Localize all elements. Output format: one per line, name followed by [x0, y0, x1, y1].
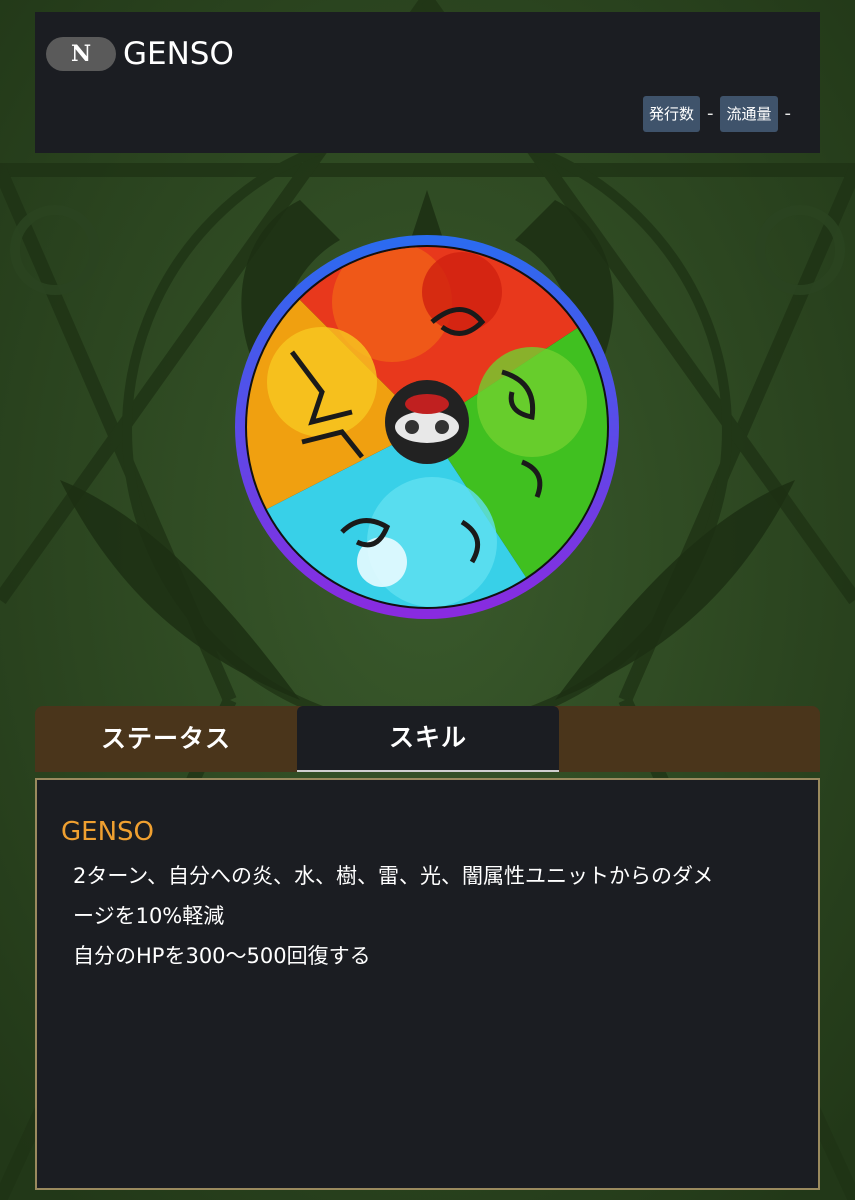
skill-description-line: 2ターン、自分への炎、水、樹、雷、光、闇属性ユニットからのダメ: [73, 864, 714, 888]
skill-panel: GENSO 2ターン、自分への炎、水、樹、雷、光、闇属性ユニットからのダメ ージ…: [35, 778, 820, 1190]
skill-description-line: 自分のHPを300〜500回復する: [73, 944, 371, 968]
tab-skill[interactable]: スキル: [297, 706, 559, 772]
tab-status[interactable]: ステータス: [35, 706, 297, 772]
skill-description-line: ージを10%軽減: [73, 904, 225, 928]
item-header: N GENSO 発行数 - 流通量 -: [35, 12, 820, 153]
circulation-label: 流通量: [720, 96, 778, 132]
item-title: GENSO: [123, 36, 234, 72]
rarity-badge: N: [46, 37, 116, 71]
issued-count-value: -: [706, 103, 714, 124]
genso-element-medal-icon: [235, 235, 619, 619]
skill-name: GENSO: [61, 817, 154, 847]
tab-bar: ステータス スキル: [35, 706, 820, 772]
circulation-value: -: [784, 103, 792, 124]
issued-count-label: 発行数: [642, 96, 700, 132]
item-stats: 発行数 - 流通量 -: [642, 96, 798, 132]
skill-description: 2ターン、自分への炎、水、樹、雷、光、闇属性ユニットからのダメ ージを10%軽減…: [73, 856, 793, 976]
